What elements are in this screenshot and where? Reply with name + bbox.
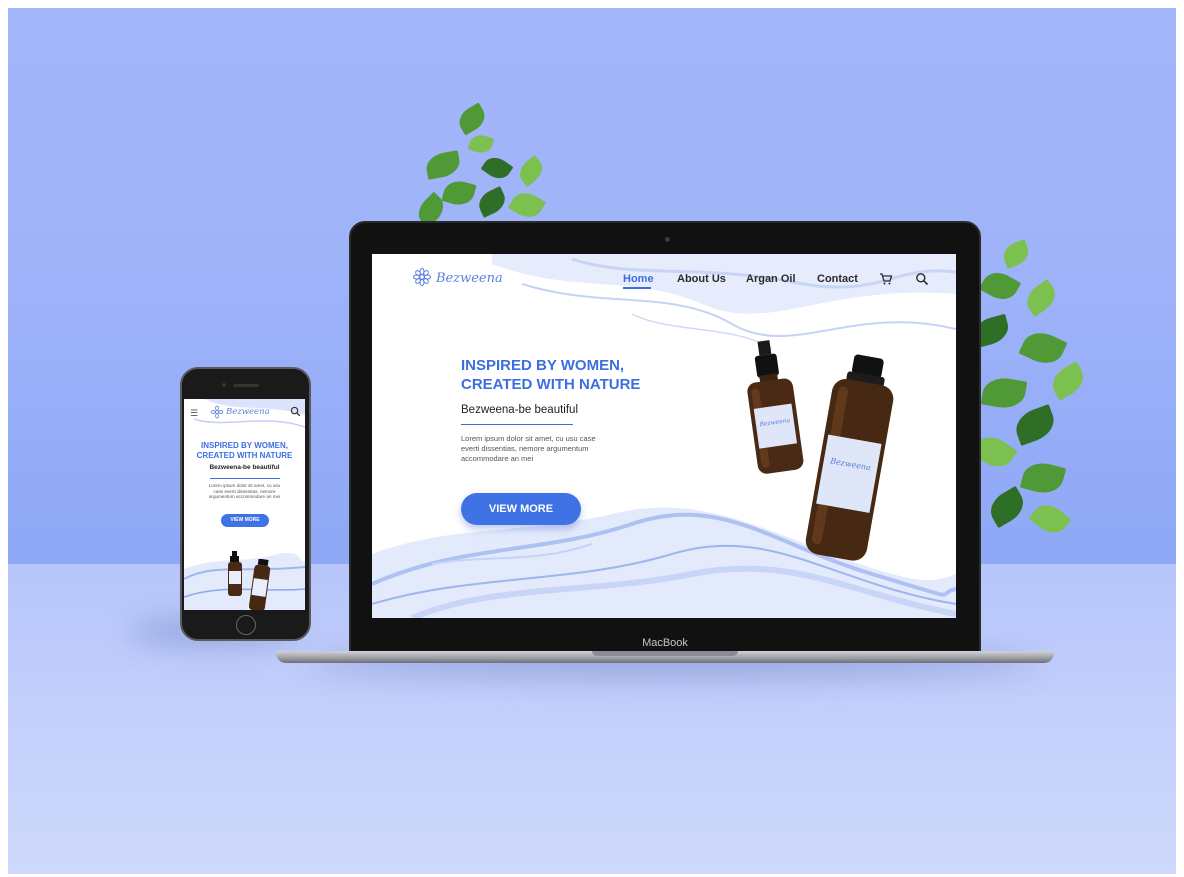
- hero-title-line-2: CREATED WITH NATURE: [461, 376, 641, 393]
- device-brand-label: MacBook: [642, 637, 688, 649]
- nav-about-us[interactable]: About Us: [677, 273, 726, 285]
- cart-icon[interactable]: [879, 272, 893, 286]
- menu-icon[interactable]: ☰: [190, 408, 198, 419]
- mobile-hero-title-line-2: CREATED WITH NATURE: [196, 451, 293, 460]
- hero-body-line-1: Lorem ipsum dolor sit amet, cu usu case: [461, 434, 596, 443]
- nav-contact[interactable]: Contact: [817, 273, 858, 285]
- mobile-hero-body: Lorem ipsum dolor sit amet, cu usu case …: [204, 483, 285, 500]
- mockup-scene: MacBook Bezweena Home About Us Argan Oil…: [8, 8, 1176, 874]
- mobile-marble-bottom-texture: [184, 552, 305, 610]
- mobile-website-screen: ☰ Bezweena INSPIRED BY WOMEN, CREATED WI…: [184, 399, 305, 610]
- mobile-search-icon[interactable]: [290, 406, 301, 417]
- mobile-view-more-button[interactable]: VIEW MORE: [221, 514, 269, 527]
- view-more-button[interactable]: VIEW MORE: [461, 493, 581, 525]
- plant-top-icon: [408, 102, 558, 233]
- nav-home[interactable]: Home: [623, 273, 654, 285]
- mobile-hero-title: INSPIRED BY WOMEN, CREATED WITH NATURE: [184, 441, 305, 461]
- mobile-site-logo[interactable]: Bezweena: [226, 407, 270, 417]
- nav-active-underline: [623, 287, 651, 289]
- hero-subtitle: Bezweena-be beautiful: [461, 404, 578, 416]
- hero-body: Lorem ipsum dolor sit amet, cu usu case …: [461, 434, 621, 464]
- mobile-flip-cap-bottle-icon: [248, 559, 271, 610]
- site-logo[interactable]: Bezweena: [436, 271, 503, 286]
- plant-right-icon: [963, 238, 1093, 558]
- mobile-spray-bottle-icon: [228, 551, 242, 596]
- hero-title: INSPIRED BY WOMEN, CREATED WITH NATURE: [461, 356, 640, 394]
- mobile-hero-body-line-1: Lorem ipsum dolor sit amet, cu usu: [208, 483, 281, 488]
- phone-home-button[interactable]: [236, 615, 256, 635]
- camera-icon: [665, 237, 670, 242]
- mobile-marble-top-texture: [193, 399, 305, 428]
- hero-body-line-3: accommodare an mei: [461, 454, 534, 463]
- phone-speaker: [233, 384, 259, 387]
- desktop-website-screen: Bezweena Home About Us Argan Oil Contact…: [372, 254, 956, 618]
- mobile-flower-logo-icon: [210, 405, 224, 419]
- mobile-hero-divider: [210, 478, 280, 479]
- nav-argan-oil[interactable]: Argan Oil: [746, 273, 796, 285]
- phone-camera-icon: [222, 383, 226, 387]
- hero-title-line-1: INSPIRED BY WOMEN,: [461, 357, 625, 374]
- laptop-base: [276, 651, 1054, 663]
- flower-logo-icon: [413, 268, 431, 286]
- flip-cap-bottle-icon: Bezweena: [805, 354, 894, 561]
- mobile-hero-subtitle: Bezweena-be beautiful: [209, 464, 280, 471]
- laptop-notch: [592, 651, 738, 656]
- hero-divider: [461, 424, 573, 425]
- mobile-hero-body-line-3: argumentum accommodare an mei: [208, 494, 281, 500]
- search-icon[interactable]: [915, 272, 929, 286]
- hero-body-line-2: everti dissentias, nemore argumentum: [461, 444, 589, 453]
- mobile-hero-title-line-1: INSPIRED BY WOMEN,: [201, 441, 288, 450]
